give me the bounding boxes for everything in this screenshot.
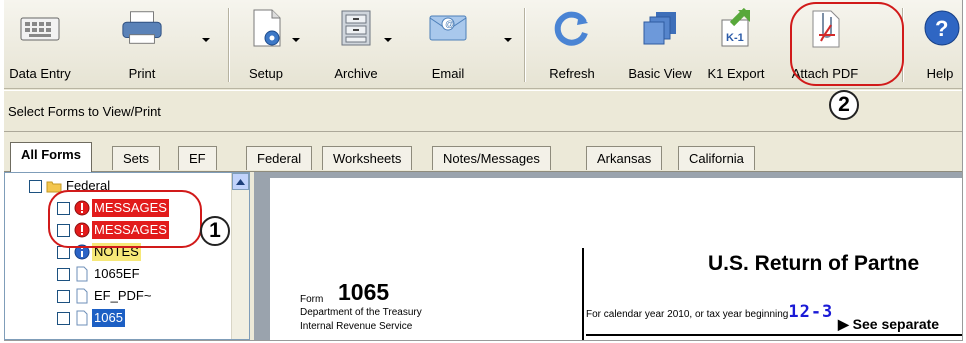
printer-icon xyxy=(120,6,164,50)
email-label: Email xyxy=(431,66,465,81)
print-button[interactable]: Print xyxy=(112,6,172,82)
department-line: Internal Revenue Service xyxy=(300,321,413,332)
email-envelope-icon: @ xyxy=(426,6,470,50)
data-entry-button[interactable]: Data Entry xyxy=(4,6,76,82)
tree-item-label: EF_PDF~ xyxy=(94,288,152,303)
select-forms-label: Select Forms to View/Print xyxy=(8,104,161,119)
tab-worksheets[interactable]: Worksheets xyxy=(322,146,413,170)
svg-text:?: ? xyxy=(935,16,948,41)
see-separate-text: See separate xyxy=(852,316,940,332)
form-rule xyxy=(586,334,962,336)
form-title: U.S. Return of Partne xyxy=(708,252,920,275)
refresh-button[interactable]: Refresh xyxy=(540,6,604,82)
refresh-icon xyxy=(550,6,594,50)
k1-export-label: K1 Export xyxy=(707,66,765,81)
k1-icon-text: K-1 xyxy=(726,32,744,44)
calendar-year-text: For calendar year 2010, or tax year begi… xyxy=(586,309,789,320)
tree-item-1065[interactable]: 1065 xyxy=(57,307,125,329)
form-page: Form 1065 Department of the Treasury Int… xyxy=(270,178,962,340)
forms-tabbar: All Forms Sets EF Federal Worksheets Not… xyxy=(4,140,962,172)
tree-checkbox[interactable] xyxy=(29,179,42,193)
tree-checkbox[interactable] xyxy=(57,311,70,325)
toolbar-separator xyxy=(524,8,526,82)
see-separate-instructions: ▶ See separate xyxy=(838,316,939,333)
refresh-label: Refresh xyxy=(549,66,595,81)
form-preview-pane: Form 1065 Department of the Treasury Int… xyxy=(254,172,962,340)
department-line: Department of the Treasury xyxy=(300,307,422,318)
help-icon: ? xyxy=(918,6,962,50)
help-button[interactable]: ? Help xyxy=(910,6,962,82)
callout-badge-2: 2 xyxy=(829,90,859,120)
tab-ef[interactable]: EF xyxy=(178,146,217,170)
tree-item-label: 1065 xyxy=(92,309,125,327)
callout-ring-attach-pdf xyxy=(790,2,904,86)
filing-cabinet-icon xyxy=(334,6,378,50)
help-label: Help xyxy=(926,66,954,81)
tree-item-label: 1065EF xyxy=(94,266,140,281)
keyboard-icon xyxy=(18,6,62,50)
tree-checkbox[interactable] xyxy=(57,267,70,281)
tab-arkansas[interactable]: Arkansas xyxy=(586,146,663,170)
department-text: Department of the Treasury Internal Reve… xyxy=(300,306,490,334)
setup-dropdown-icon[interactable] xyxy=(292,38,300,42)
form-number: 1065 xyxy=(338,279,390,305)
email-button[interactable]: @ Email xyxy=(418,6,478,82)
form-divider xyxy=(582,248,584,340)
tab-notes-messages[interactable]: Notes/Messages xyxy=(432,146,551,170)
archive-label: Archive xyxy=(334,66,378,81)
archive-dropdown-icon[interactable] xyxy=(384,38,392,42)
tab-federal[interactable]: Federal xyxy=(246,146,313,170)
tab-california[interactable]: California xyxy=(678,146,755,170)
app-window: Data Entry Print Setup Archive @ Email R… xyxy=(4,0,963,341)
tax-year-begin-value[interactable]: 12-3 xyxy=(788,302,833,322)
basic-view-button[interactable]: Basic View xyxy=(622,6,698,82)
calendar-year-line: For calendar year 2010, or tax year begi… xyxy=(586,302,833,322)
data-entry-label: Data Entry xyxy=(9,66,71,81)
k1-export-icon: K-1 xyxy=(714,6,758,50)
toolbar-separator xyxy=(228,8,230,82)
email-dropdown-icon[interactable] xyxy=(504,38,512,42)
print-dropdown-icon[interactable] xyxy=(202,38,210,42)
tab-all-forms[interactable]: All Forms xyxy=(10,142,92,172)
tab-sets[interactable]: Sets xyxy=(112,146,161,170)
archive-button[interactable]: Archive xyxy=(326,6,386,82)
document-icon xyxy=(76,288,88,304)
setup-button[interactable]: Setup xyxy=(240,6,292,82)
tree-scrollbar[interactable] xyxy=(231,173,249,339)
document-icon xyxy=(76,310,88,326)
svg-text:@: @ xyxy=(445,19,454,29)
setup-document-icon xyxy=(244,6,288,50)
callout-badge-1: 1 xyxy=(200,216,230,246)
k1-export-button[interactable]: K-1 K1 Export xyxy=(704,6,768,82)
form-label: Form xyxy=(300,294,324,305)
document-icon xyxy=(76,266,88,282)
basic-view-icon xyxy=(638,6,682,50)
tree-item-ef-pdf[interactable]: EF_PDF~ xyxy=(57,285,153,307)
select-forms-bar: Select Forms to View/Print xyxy=(4,90,962,132)
basic-view-label: Basic View xyxy=(628,66,692,81)
callout-ring-messages xyxy=(48,190,202,248)
scroll-up-arrow-icon[interactable] xyxy=(232,173,249,190)
play-arrow-icon: ▶ xyxy=(838,316,849,332)
tree-item-1065ef[interactable]: 1065EF xyxy=(57,263,142,285)
print-label: Print xyxy=(128,66,156,81)
tree-checkbox[interactable] xyxy=(57,289,70,303)
setup-label: Setup xyxy=(249,66,283,81)
